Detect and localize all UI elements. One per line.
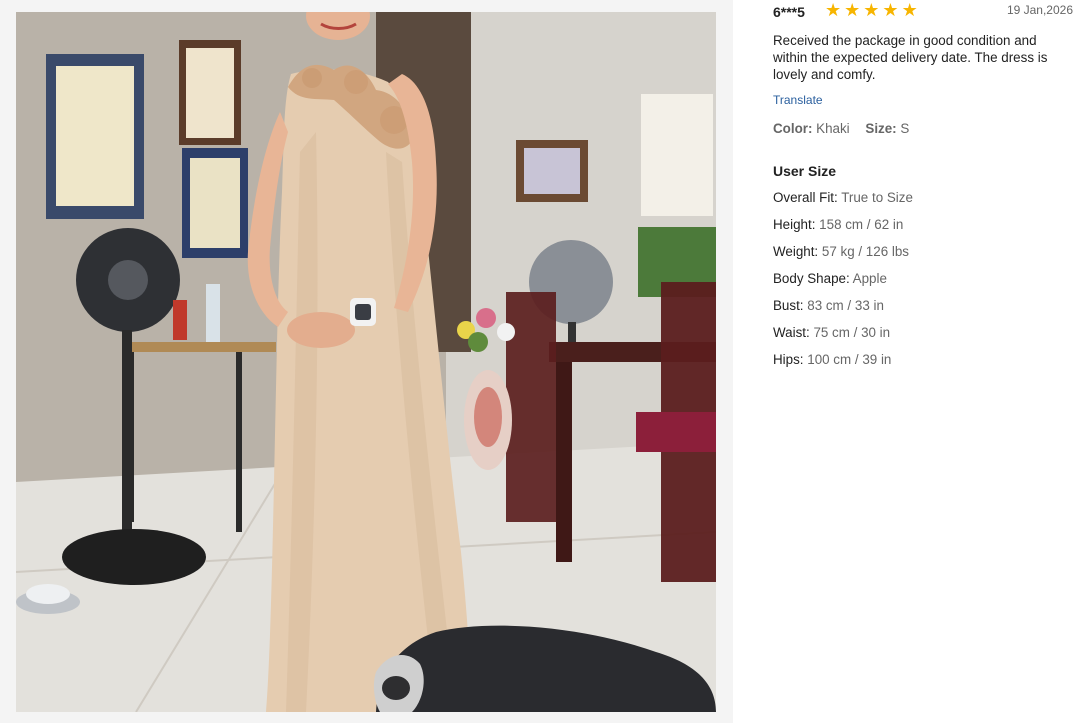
star-icon: ★ [825, 0, 842, 20]
review-panel: 6***5 ★ ★ ★ ★ ★ 19 Jan,2026 Received the… [773, 0, 1073, 723]
size-row-value: 100 cm / 39 in [807, 352, 892, 367]
size-row-label: Hips: [773, 352, 804, 367]
size-row-hips: Hips: 100 cm / 39 in [773, 352, 913, 379]
size-row-waist: Waist: 75 cm / 30 in [773, 325, 913, 352]
size-row-label: Weight: [773, 244, 819, 259]
user-size-list: Overall Fit: True to Size Height: 158 cm… [773, 190, 913, 379]
size-row-label: Waist: [773, 325, 810, 340]
star-icon: ★ [863, 0, 880, 20]
review-photo-illustration [16, 12, 716, 712]
size-row-value: 57 kg / 126 lbs [821, 244, 909, 259]
size-row-value: 158 cm / 62 in [819, 217, 904, 232]
review-date: 19 Jan,2026 [1006, 3, 1073, 17]
size-row-weight: Weight: 57 kg / 126 lbs [773, 244, 913, 271]
rating-stars: ★ ★ ★ ★ ★ [825, 0, 918, 20]
translate-link[interactable]: Translate [773, 93, 823, 107]
review-text: Received the package in good condition a… [773, 33, 1048, 82]
size-label: Size: [865, 121, 897, 136]
size-row-value: Apple [852, 271, 887, 286]
color-label: Color: [773, 121, 813, 136]
size-row-value: 75 cm / 30 in [813, 325, 891, 340]
size-row-label: Height: [773, 217, 816, 232]
star-icon: ★ [882, 0, 899, 20]
review-photo-panel [0, 0, 733, 723]
purchase-attributes: Color: Khaki Size: S [773, 121, 909, 136]
reviewer-name: 6***5 [773, 4, 805, 20]
size-row-overall-fit: Overall Fit: True to Size [773, 190, 913, 217]
size-row-height: Height: 158 cm / 62 in [773, 217, 913, 244]
size-value: S [900, 121, 910, 136]
color-value: Khaki [816, 121, 850, 136]
size-row-value: 83 cm / 33 in [807, 298, 884, 313]
review-photo[interactable] [16, 12, 716, 712]
star-icon: ★ [844, 0, 861, 20]
size-row-value: True to Size [841, 190, 913, 205]
size-row-label: Bust: [773, 298, 804, 313]
size-row-bust: Bust: 83 cm / 33 in [773, 298, 913, 325]
user-size-title: User Size [773, 163, 837, 179]
star-icon: ★ [901, 0, 918, 20]
size-row-label: Body Shape: [773, 271, 850, 286]
review-header: 6***5 ★ ★ ★ ★ ★ 19 Jan,2026 [773, 0, 1073, 21]
size-row-body-shape: Body Shape: Apple [773, 271, 913, 298]
size-row-label: Overall Fit: [773, 190, 838, 205]
